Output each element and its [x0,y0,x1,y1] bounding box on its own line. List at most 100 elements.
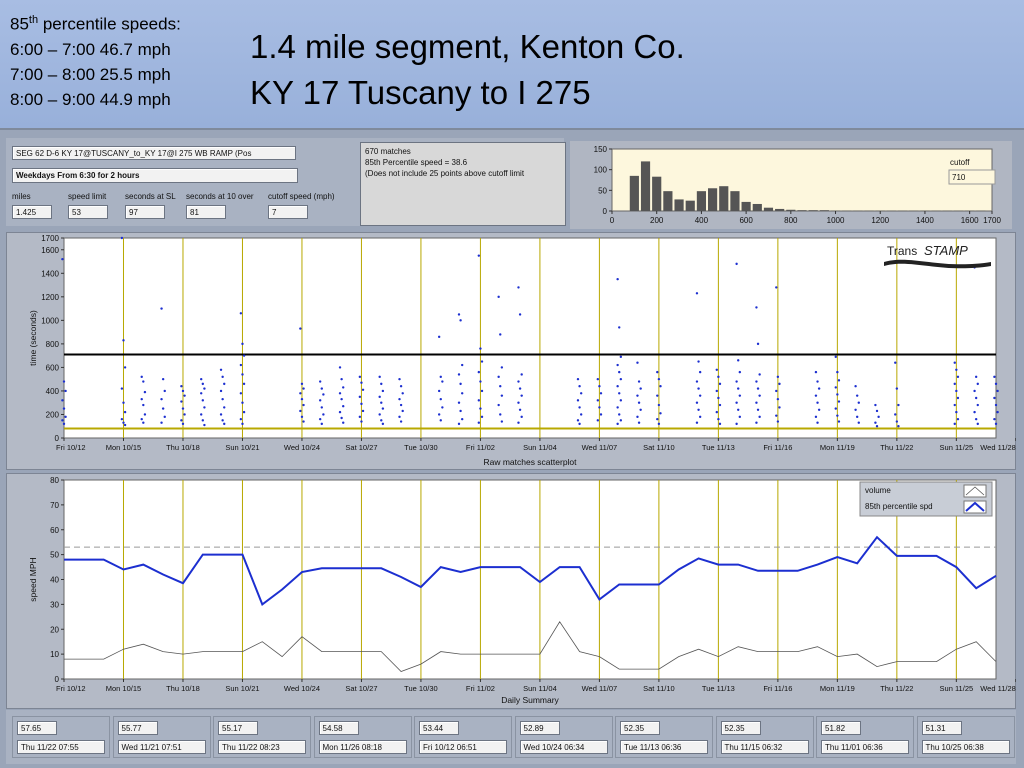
scatter-point [300,415,304,419]
top-speed-value[interactable]: 52.35 [720,721,761,735]
scatter-point [62,422,66,426]
scatter-point [718,382,722,386]
scatter-point [755,421,758,424]
scatter-point [64,389,67,393]
top-speed-value[interactable]: 55.77 [117,721,158,735]
top-speed-date[interactable]: Tue 11/13 06:36 [620,740,708,754]
scatter-point [637,401,641,404]
percentile-speed-readout: 85th Percentile speed = 38.6 [365,158,468,167]
scatter-point [142,421,145,424]
scatter-y-tick-label: 1000 [41,316,59,325]
histogram-bar [752,203,762,211]
legend-pct-label: 85th percentile spd [865,502,933,511]
daily-x-tick-label: Wed 11/28 [980,684,1016,693]
scatter-point [639,408,642,411]
cutoff-speed-field[interactable]: 7 [268,205,308,219]
daily-x-tick-label: Sun 10/21 [225,684,259,693]
top-speed-value[interactable]: 52.35 [620,721,660,735]
top-speed-date[interactable]: Thu 11/22 07:55 [17,740,105,754]
top-speed-value[interactable]: 51.82 [821,721,861,735]
top-speed-date[interactable]: Thu 11/15 06:32 [720,740,809,754]
scatter-point [598,406,601,409]
scatter-point [399,420,403,423]
scatter-x-tick-label: Mon 10/15 [106,443,141,452]
scatter-point [758,373,761,376]
top-speed-value[interactable]: 55.17 [218,721,258,735]
scatter-x-tick-label: Wed 11/28 [980,443,1016,452]
top-speed-cell: 52.35 Thu 11/15 06:32 [715,716,814,758]
histogram-bar [775,208,785,211]
top-speed-value[interactable]: 53.44 [419,721,459,735]
top-speed-value[interactable]: 57.65 [17,721,57,735]
histogram-bar [819,210,829,211]
scatter-point [520,394,523,397]
scatter-point [697,408,700,411]
histogram-y-tick-label: 100 [594,166,608,175]
scatter-point [718,422,722,426]
scatter-point [499,385,502,388]
scatter-point [816,421,819,424]
scatter-point [874,403,877,407]
scatter-point [241,373,244,376]
histogram-bar [719,186,729,211]
scatter-point [223,382,226,386]
scatter-point [140,375,143,379]
top-speed-cell: 55.77 Wed 11/21 07:51 [112,716,211,758]
histogram-bar [663,191,673,211]
scatter-point [120,417,124,421]
scatter-y-axis-label: time (seconds) [28,310,38,366]
scatter-point [695,401,699,404]
scatter-point [973,389,976,393]
scatter-point [457,313,461,316]
seconds-at-sl-field[interactable]: 97 [125,205,165,219]
scatter-point [123,366,127,369]
scatter-point [517,421,520,424]
scatter-point [460,417,464,421]
scatter-point [875,409,879,413]
segment-field[interactable]: SEG 62 D-6 KY 17@TUSCANY_to_KY 17@I 275 … [12,146,296,160]
daily-y-tick-label: 80 [50,476,59,485]
scatter-point [877,415,880,419]
scatter-point [897,425,900,428]
scatter-point [360,402,363,406]
scatter-point [161,377,165,381]
scatter-point [219,413,223,416]
scatter-point [836,393,839,396]
miles-field[interactable]: 1.425 [12,205,52,219]
scatter-point [242,354,246,357]
scatter-point [142,380,145,383]
scatter-point [500,366,504,369]
top-speed-value[interactable]: 54.58 [318,721,359,735]
seconds-at-10-over-field[interactable]: 81 [186,205,226,219]
top-speed-date[interactable]: Fri 10/12 06:51 [419,740,507,754]
scatter-point [61,257,64,261]
daily-y-axis-label: speed MPH [28,557,38,601]
scatter-point [718,403,722,407]
top-speed-date[interactable]: Mon 11/26 08:18 [318,740,407,754]
title-line-1: 1.4 mile segment, Kenton Co. [250,28,685,65]
scatter-x-tick-label: Mon 11/19 [820,443,855,452]
scatter-x-tick-label: Sun 11/04 [523,443,557,452]
histogram-bar [640,161,651,211]
scatter-point [358,375,362,379]
top-speed-value[interactable]: 52.89 [519,721,560,735]
top-speed-date[interactable]: Wed 11/21 07:51 [117,740,206,754]
scatter-point [993,375,996,379]
scatter-point [637,421,641,424]
speed-limit-field[interactable]: 53 [68,205,108,219]
period-field[interactable]: Weekdays From 6:30 for 2 hours [12,168,298,183]
top-speed-date[interactable]: Thu 10/25 06:38 [921,740,1010,754]
top-speed-date[interactable]: Thu 11/22 08:23 [218,740,306,754]
scatter-point [479,380,482,383]
scatter-point [520,415,523,419]
seconds-at-sl-label: seconds at SL [125,192,176,201]
scatter-y-tick-label: 1400 [41,269,59,278]
histogram-bar [629,175,639,211]
cutoff-speed-label: cutoff speed (mph) [268,192,335,201]
top-speed-date[interactable]: Wed 10/24 06:34 [519,740,608,754]
top-speed-value[interactable]: 51.31 [921,721,962,735]
top-speed-date[interactable]: Thu 11/01 06:36 [821,740,909,754]
scatter-point [479,407,482,410]
title-line-2: KY 17 Tuscany to I 275 [250,74,591,111]
scatter-x-tick-label: Fri 10/12 [56,443,86,452]
